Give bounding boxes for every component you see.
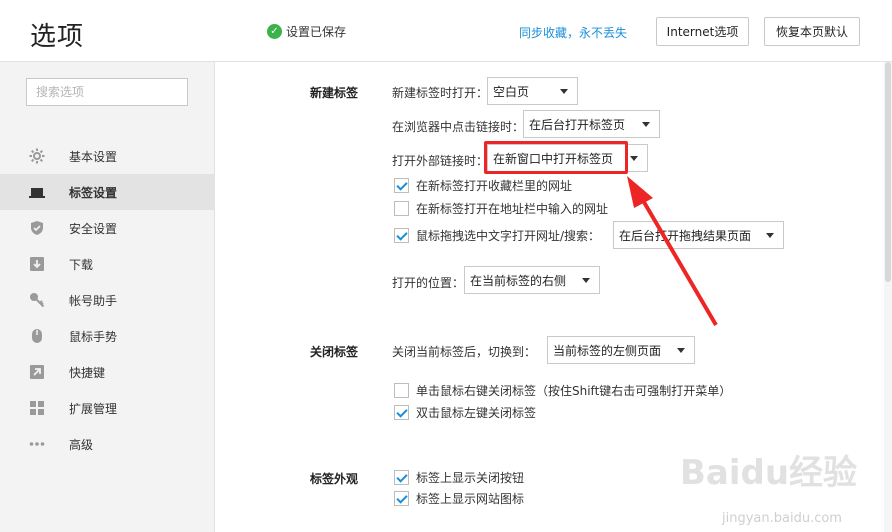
sidebar-item-download[interactable]: 下载: [0, 246, 215, 282]
sidebar-item-label: 扩展管理: [69, 401, 118, 416]
annotation-highlight-box: [484, 141, 628, 174]
close-switch-label: 关闭当前标签后，切换到：: [392, 345, 537, 359]
chevron-down-icon: [642, 122, 650, 127]
search-input[interactable]: [26, 78, 188, 106]
restore-defaults-button[interactable]: 恢复本页默认: [764, 17, 860, 46]
double-click-close-checkbox[interactable]: [394, 405, 409, 420]
chevron-down-icon: [582, 278, 590, 283]
more-dots-icon: [29, 436, 45, 452]
check-circle-icon: ✓: [267, 24, 282, 39]
section-title-new-tab: 新建标签: [310, 86, 359, 100]
extensions-grid-icon: [29, 400, 45, 416]
sidebar-item-label: 鼠标手势: [69, 329, 118, 344]
open-position-dropdown[interactable]: 在当前标签的右侧: [464, 266, 600, 294]
checkbox-label: 鼠标拖拽选中文字打开网址/搜索：: [416, 229, 601, 243]
chevron-down-icon: [677, 348, 685, 353]
checkbox-label: 在新标签打开收藏栏里的网址: [416, 179, 573, 193]
sidebar-item-label: 标签设置: [69, 185, 118, 200]
sidebar-item-advanced[interactable]: 高级: [0, 426, 215, 462]
sidebar-item-label: 帐号助手: [69, 293, 118, 308]
click-link-dropdown[interactable]: 在后台打开标签页: [523, 110, 660, 138]
page-title: 选项: [30, 22, 85, 52]
address-bar-new-tab-option: 在新标签打开在地址栏中输入的网址: [394, 200, 608, 217]
sidebar: 基本设置 标签设置 安全设置 下载 帐号助手: [0, 62, 215, 532]
key-icon: [29, 292, 45, 308]
mouse-icon: [29, 328, 45, 344]
sidebar-item-security[interactable]: 安全设置: [0, 210, 215, 246]
sidebar-item-label: 快捷键: [69, 365, 106, 380]
sidebar-item-account[interactable]: 帐号助手: [0, 282, 215, 318]
chevron-down-icon: [630, 156, 638, 161]
dropdown-value: 当前标签的左侧页面: [553, 343, 662, 358]
favorites-new-tab-checkbox[interactable]: [394, 178, 409, 193]
checkbox-label: 在新标签打开在地址栏中输入的网址: [416, 202, 609, 216]
saved-status: ✓ 设置已保存: [267, 23, 346, 40]
open-new-tab-label: 新建标签时打开：: [392, 86, 489, 100]
shield-icon: [29, 220, 45, 236]
show-close-button-option: 标签上显示关闭按钮: [394, 469, 524, 486]
section-title-close-tab: 关闭标签: [310, 345, 359, 359]
show-close-button-checkbox[interactable]: [394, 470, 409, 485]
dropdown-value: 在后台打开拖拽结果页面: [619, 228, 752, 243]
download-icon: [29, 256, 45, 272]
header-bar: 选项 ✓ 设置已保存 同步收藏，永不丢失 Internet选项 恢复本页默认: [0, 0, 892, 62]
chevron-down-icon: [766, 233, 774, 238]
gear-icon: [29, 148, 45, 164]
dropdown-value: 在后台打开标签页: [529, 117, 626, 132]
sidebar-item-label: 安全设置: [69, 221, 118, 236]
sidebar-item-shortcuts[interactable]: 快捷键: [0, 354, 215, 390]
checkbox-label: 标签上显示关闭按钮: [416, 471, 525, 485]
show-site-icon-option: 标签上显示网站图标: [394, 490, 524, 507]
shortcut-arrow-icon: [29, 364, 45, 380]
checkbox-label: 单击鼠标右键关闭标签（按住Shift键右击可强制打开菜单）: [416, 384, 732, 398]
tab-icon: [29, 184, 45, 200]
right-click-close-option: 单击鼠标右键关闭标签（按住Shift键右击可强制打开菜单）: [394, 382, 731, 399]
open-new-tab-dropdown[interactable]: 空白页: [487, 77, 578, 105]
double-click-close-option: 双击鼠标左键关闭标签: [394, 404, 536, 421]
external-link-label: 打开外部链接时：: [392, 154, 489, 168]
click-link-label: 在浏览器中点击链接时：: [392, 120, 525, 134]
sidebar-item-tabs[interactable]: 标签设置: [0, 174, 215, 210]
show-site-icon-checkbox[interactable]: [394, 491, 409, 506]
sidebar-item-label: 基本设置: [69, 149, 118, 164]
scrollbar[interactable]: [884, 62, 892, 532]
address-bar-new-tab-checkbox[interactable]: [394, 201, 409, 216]
favorites-new-tab-option: 在新标签打开收藏栏里的网址: [394, 177, 572, 194]
section-title-tab-look: 标签外观: [310, 472, 359, 486]
sync-link[interactable]: 同步收藏，永不丢失: [519, 24, 627, 41]
close-switch-dropdown[interactable]: 当前标签的左侧页面: [547, 336, 695, 364]
sidebar-item-label: 高级: [69, 437, 94, 452]
checkbox-label: 双击鼠标左键关闭标签: [416, 406, 537, 420]
chevron-down-icon: [560, 89, 568, 94]
checkbox-label: 标签上显示网站图标: [416, 492, 525, 506]
sidebar-item-basic[interactable]: 基本设置: [0, 138, 215, 174]
dropdown-value: 空白页: [493, 84, 530, 99]
svg-text:Baidu经验: Baidu经验: [680, 453, 857, 493]
saved-status-text: 设置已保存: [286, 25, 347, 39]
dropdown-value: 在当前标签的右侧: [470, 273, 567, 288]
internet-options-button[interactable]: Internet选项: [656, 17, 749, 46]
sidebar-nav: 基本设置 标签设置 安全设置 下载 帐号助手 鼠标手势 快捷键 扩展管理 高级: [0, 138, 215, 462]
drag-open-checkbox[interactable]: [394, 228, 409, 243]
open-position-label: 打开的位置：: [392, 276, 465, 290]
right-click-close-checkbox[interactable]: [394, 383, 409, 398]
sidebar-item-mouse-gesture[interactable]: 鼠标手势: [0, 318, 215, 354]
baidu-jingyan-watermark: Baidu经验 jingyan.baidu.com: [680, 453, 857, 526]
drag-open-option: 鼠标拖拽选中文字打开网址/搜索：: [394, 227, 600, 244]
drag-result-dropdown[interactable]: 在后台打开拖拽结果页面: [613, 221, 784, 249]
svg-text:jingyan.baidu.com: jingyan.baidu.com: [721, 511, 842, 526]
sidebar-item-extensions[interactable]: 扩展管理: [0, 390, 215, 426]
scrollbar-thumb[interactable]: [885, 62, 891, 282]
sidebar-item-label: 下载: [69, 257, 94, 272]
